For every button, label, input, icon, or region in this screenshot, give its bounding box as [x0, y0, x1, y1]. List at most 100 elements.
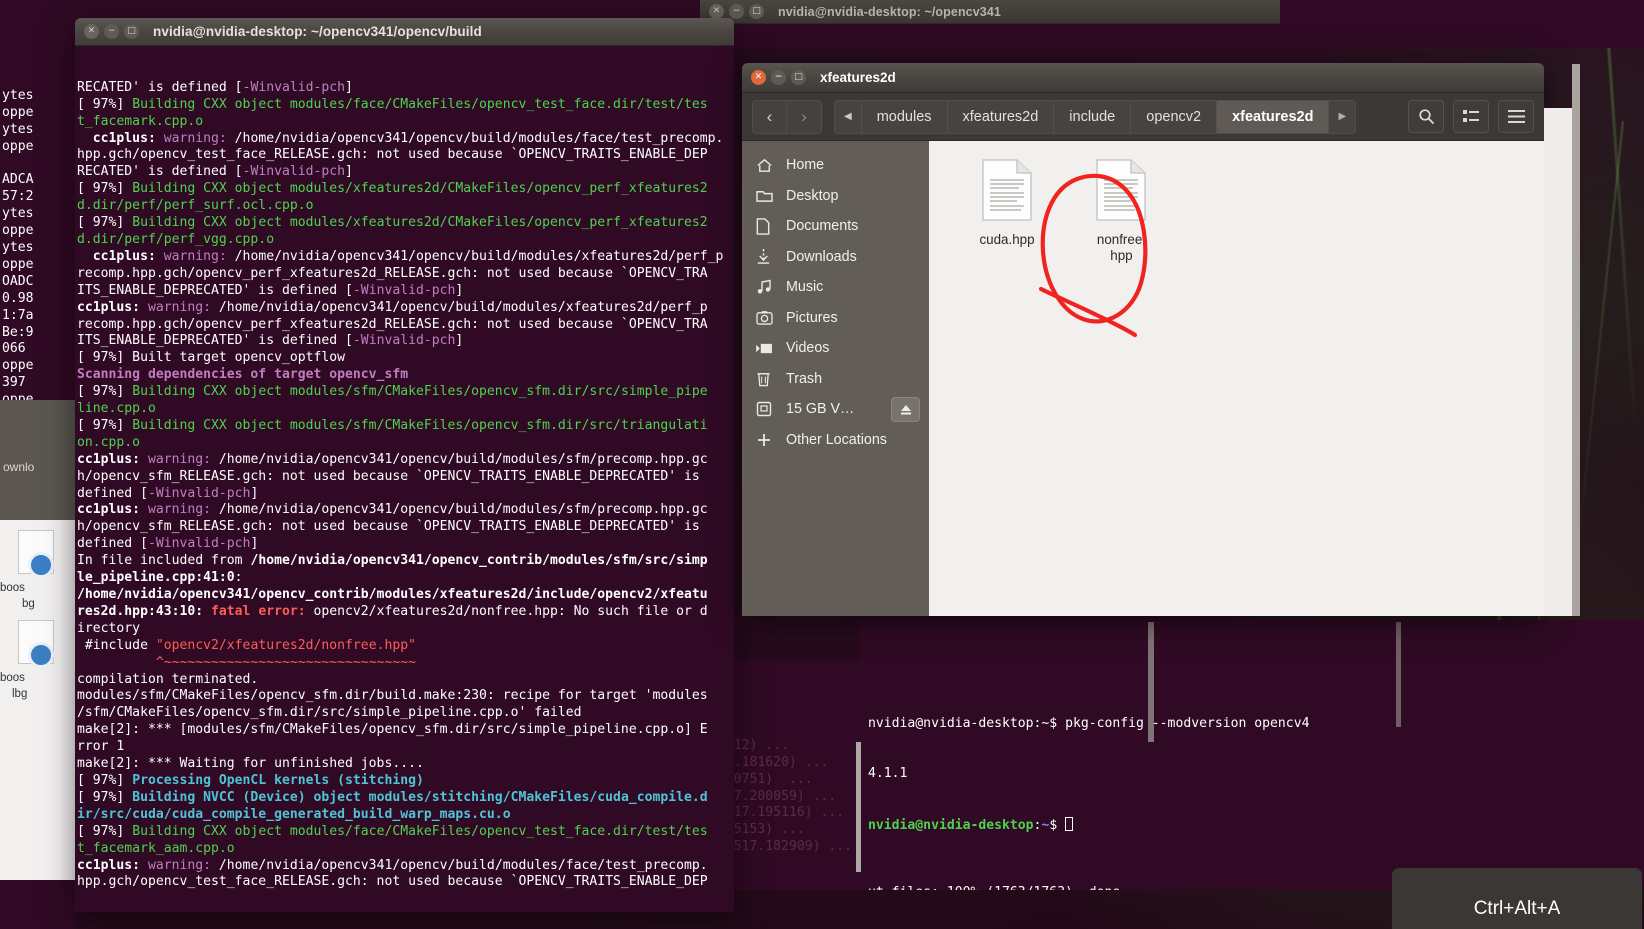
terminal-line: [ 97%] Building CXX object modules/sfm/C… [77, 384, 734, 401]
file-manager-content-area[interactable]: cuda.hpp nonfree. hpp [929, 141, 1544, 616]
sidebar-label: Documents [786, 218, 858, 234]
view-list-icon[interactable] [1453, 100, 1489, 133]
sidebar-label: Pictures [786, 310, 838, 326]
sidebar-label: 15 GB V… [786, 401, 854, 417]
terminal-line: [ 97%] Building CXX object modules/sfm/C… [77, 418, 734, 435]
eject-button[interactable] [891, 397, 920, 422]
terminal-line: ytes [2, 206, 75, 223]
prompt-dollar: $ [1049, 818, 1057, 833]
back-button[interactable]: ‹ [753, 101, 787, 133]
main-terminal-body[interactable]: RECATED' is defined [-Winvalid-pch] [ 97%… [75, 46, 734, 912]
background-terminal-right[interactable]: nvidia@nvidia-desktop:~$ pkg-config --mo… [860, 620, 1644, 890]
file-item-nonfree[interactable]: nonfree. hpp [1069, 159, 1173, 264]
terminal-cursor [1065, 817, 1073, 831]
terminal-line: make[2]: *** [modules/sfm/CMakeFiles/ope… [77, 722, 734, 739]
sidebar-label: Other Locations [786, 432, 887, 448]
terminal-line: 1:7a [2, 308, 75, 325]
breadcrumb-item-opencv2[interactable]: opencv2 [1131, 101, 1217, 133]
breadcrumb[interactable]: ◀ modules xfeatures2d include opencv2 xf… [834, 100, 1356, 134]
text-file-icon [1095, 159, 1147, 221]
file-item-cuda[interactable]: cuda.hpp [955, 159, 1059, 248]
file-manager-sidebar[interactable]: Home Desktop Documents Downloads [742, 141, 929, 616]
minimize-icon[interactable]: − [771, 70, 786, 85]
terminal-line: d.dir/perf/perf_surf.ocl.cpp.o [77, 198, 734, 215]
file-manager-titlebar[interactable]: ✕ − □ xfeatures2d [742, 63, 1544, 93]
maximize-icon[interactable]: □ [749, 4, 764, 19]
main-terminal-output: RECATED' is defined [-Winvalid-pch] [ 97%… [75, 80, 734, 892]
forward-button[interactable]: › [787, 101, 821, 133]
close-icon[interactable]: ✕ [751, 70, 766, 85]
terminal-line: cc1plus: warning: /home/nvidia/opencv341… [77, 300, 734, 317]
breadcrumb-scroll-left[interactable]: ◀ [835, 101, 862, 133]
minimize-icon[interactable]: − [104, 24, 119, 39]
sidebar-item-downloads[interactable]: Downloads [742, 242, 929, 273]
sidebar-label: Home [786, 157, 824, 173]
terminal-line: Be:9 [2, 325, 75, 342]
downloads-icon [756, 248, 786, 265]
window-buttons[interactable]: ✕ − □ [751, 70, 806, 85]
terminal-line: modules/sfm/CMakeFiles/opencv_sfm.dir/bu… [77, 688, 734, 705]
terminal-line: recomp.hpp.gch/opencv_perf_xfeatures2d_R… [77, 317, 734, 334]
breadcrumb-scroll-right[interactable]: ▶ [1329, 101, 1355, 133]
terminal-line: [ 97%] Building CXX object modules/xfeat… [77, 215, 734, 232]
terminal-line: [ 97%] Processing OpenCL kernels (stitch… [77, 773, 734, 790]
sidebar-item-trash[interactable]: Trash [742, 364, 929, 395]
pkgconfig-command-line: nvidia@nvidia-desktop:~$ pkg-config --mo… [868, 716, 1644, 733]
breadcrumb-item-include[interactable]: include [1054, 101, 1131, 133]
sidebar-item-volume[interactable]: 15 GB V… [742, 394, 929, 425]
main-terminal-window[interactable]: ✕ − □ nvidia@nvidia-desktop: ~/opencv341… [75, 18, 734, 912]
terminal-line: ytes [2, 122, 75, 139]
terminal-line: /sfm/CMakeFiles/opencv_sfm.dir/src/simpl… [77, 705, 734, 722]
search-icon[interactable] [1408, 100, 1444, 133]
breadcrumb-item-modules[interactable]: modules [862, 101, 948, 133]
terminal-line: In file included from /home/nvidia/openc… [77, 553, 734, 570]
file-manager-toolbar[interactable]: ‹ › ◀ modules xfeatures2d include opencv… [742, 93, 1544, 141]
terminal-line: oppe [2, 139, 75, 156]
terminal-line [2, 155, 75, 172]
terminal-line: oppe [2, 257, 75, 274]
sidebar-item-music[interactable]: Music [742, 272, 929, 303]
terminal-line: irectory [77, 621, 734, 638]
main-terminal-titlebar[interactable]: ✕ − □ nvidia@nvidia-desktop: ~/opencv341… [75, 18, 734, 46]
terminal-line: le_pipeline.cpp:41:0: [77, 570, 734, 587]
toolbar-right-buttons[interactable] [1408, 100, 1534, 133]
terminal-line: RECATED' is defined [-Winvalid-pch] [77, 80, 734, 97]
navigation-buttons[interactable]: ‹ › [752, 100, 822, 134]
file-manager-window[interactable]: ✕ − □ xfeatures2d ‹ › ◀ modules xfeature… [742, 63, 1544, 616]
maximize-icon[interactable]: □ [791, 70, 806, 85]
window-buttons[interactable]: ✕ − □ [709, 4, 764, 19]
home-icon [756, 157, 786, 174]
maximize-icon[interactable]: □ [124, 24, 139, 39]
sidebar-item-desktop[interactable]: Desktop [742, 181, 929, 212]
file-label-fragment: lbg [12, 688, 27, 700]
close-icon[interactable]: ✕ [709, 4, 724, 19]
sidebar-item-other-locations[interactable]: Other Locations [742, 425, 929, 456]
terminal-line: 57:2 [2, 189, 75, 206]
terminal-line: oppe [2, 105, 75, 122]
sidebar-item-home[interactable]: Home [742, 150, 929, 181]
window-buttons[interactable]: ✕ − □ [84, 24, 139, 39]
sidebar-item-pictures[interactable]: Pictures [742, 303, 929, 334]
close-icon[interactable]: ✕ [84, 24, 99, 39]
sidebar-label: Trash [786, 371, 822, 387]
window-scroll-artifact [1544, 108, 1572, 616]
videos-icon [756, 342, 786, 355]
file-label-fragment: boos [0, 672, 25, 684]
background-terminal-top-titlebar[interactable]: ✕ − □ nvidia@nvidia-desktop: ~/opencv341 [700, 0, 1280, 24]
terminal-line: ^~~~~~~~~~~~~~~~~~~~~~~~~~~~~~~~~ [77, 655, 734, 672]
terminal-line: [ 97%] Built target opencv_optflow [77, 350, 734, 367]
terminal-line: cc1plus: warning: /home/nvidia/opencv341… [77, 502, 734, 519]
hamburger-menu-icon[interactable] [1498, 100, 1534, 133]
terminal-line: ytes [2, 240, 75, 257]
documents-icon [756, 218, 786, 235]
breadcrumb-item-current[interactable]: xfeatures2d [1217, 101, 1329, 133]
background-filemanager-content[interactable]: boos bg boos lbg [0, 520, 76, 880]
minimize-icon[interactable]: − [729, 4, 744, 19]
sidebar-item-videos[interactable]: Videos [742, 333, 929, 364]
breadcrumb-item-xfeatures2d[interactable]: xfeatures2d [948, 101, 1055, 133]
terminal-line: hpp.gch/opencv_test_face_RELEASE.gch: no… [77, 874, 734, 891]
prompt-user: nvidia@nvidia-desktop [868, 818, 1034, 833]
terminal-line: on.cpp.o [77, 435, 734, 452]
sidebar-item-documents[interactable]: Documents [742, 211, 929, 242]
sidebar-label: Downloads [786, 249, 857, 265]
